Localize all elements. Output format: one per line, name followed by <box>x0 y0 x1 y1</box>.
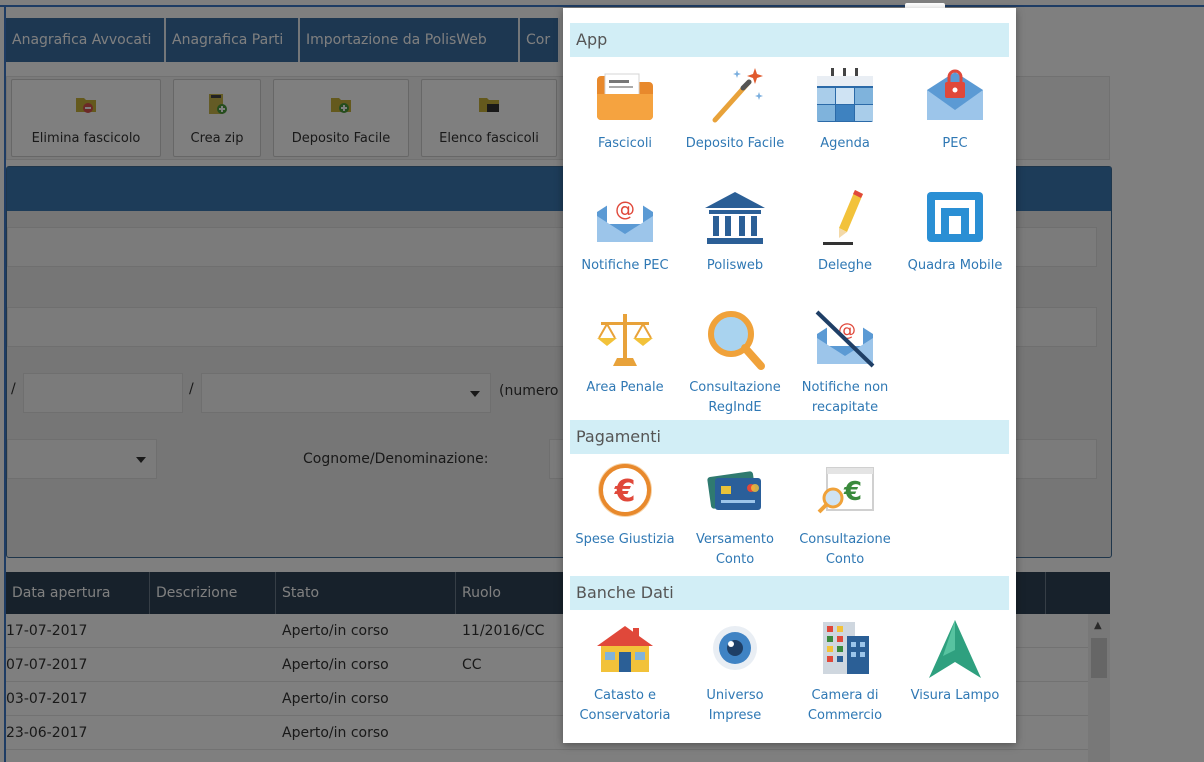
building-icon <box>823 622 869 674</box>
app-label-line1: Versamento <box>696 532 774 547</box>
euro-search-icon: € <box>817 467 874 514</box>
app-area-penale[interactable]: Area Penale <box>570 308 680 418</box>
app-label-line2: RegIndE <box>708 400 762 415</box>
app-label-line1: PEC <box>942 136 968 151</box>
app-label-line1: Polisweb <box>706 258 764 273</box>
app-label-line2: Conservatoria <box>579 708 671 723</box>
crossed-mail-icon: @ <box>815 310 875 368</box>
app-universo-imprese[interactable]: Universo Imprese <box>680 616 790 726</box>
app-label: Fascicoli <box>570 134 680 154</box>
app-label: Notifiche non recapitate <box>790 378 900 418</box>
app-label: Spese Giustizia <box>570 530 680 550</box>
at-mail-icon: @ <box>597 194 653 242</box>
locked-mail-icon <box>927 69 983 120</box>
scales-icon <box>597 314 653 366</box>
app-label: Camera di Commercio <box>790 686 900 726</box>
house-icon <box>597 626 653 672</box>
app-label-line1: Spese Giustizia <box>575 532 675 547</box>
app-launcher-popup: App Fascicoli Deposito Facile Agenda PEC… <box>563 8 1016 743</box>
app-agenda[interactable]: Agenda <box>790 64 900 174</box>
app-spese-giustizia[interactable]: € Spese Giustizia <box>570 460 680 570</box>
magic-wand-icon <box>712 68 763 123</box>
app-label-line1: Quadra Mobile <box>907 258 1003 273</box>
app-fascicoli[interactable]: Fascicoli <box>570 64 680 174</box>
app-label-line1: Deleghe <box>817 258 873 273</box>
app-quadra-mobile[interactable]: Quadra Mobile <box>900 186 1010 296</box>
app-label: Deposito Facile <box>680 134 790 154</box>
app-label-line1: Camera di <box>811 688 879 703</box>
courthouse-icon <box>705 192 765 244</box>
app-label: Deleghe <box>790 256 900 276</box>
app-label: Visura Lampo <box>900 686 1010 706</box>
app-label: Consultazione RegIndE <box>680 378 790 418</box>
app-label: Catasto e Conservatoria <box>570 686 680 726</box>
app-deposito-facile[interactable]: Deposito Facile <box>680 64 790 174</box>
app-label-line1: Consultazione <box>689 380 781 395</box>
app-label-line2: recapitate <box>811 400 879 415</box>
app-label-line2: Commercio <box>807 708 883 723</box>
folder-icon <box>597 73 653 120</box>
section-pagamenti-title: Pagamenti <box>570 420 1009 454</box>
app-label: Agenda <box>790 134 900 154</box>
app-label-line1: Deposito Facile <box>685 136 785 151</box>
app-label-line1: Visura Lampo <box>910 688 1000 703</box>
app-label: Quadra Mobile <box>900 256 1010 276</box>
svg-text:€: € <box>843 477 862 507</box>
app-label: Notifiche PEC <box>570 256 680 276</box>
app-label-line1: Universo <box>706 688 764 703</box>
quadra-icon <box>927 192 983 242</box>
app-label: Area Penale <box>570 378 680 398</box>
app-label-line2: Conto <box>825 552 865 567</box>
app-label: Polisweb <box>680 256 790 276</box>
app-notifiche-non-recapitate[interactable]: @ Notifiche non recapitate <box>790 308 900 418</box>
credit-card-icon <box>707 471 761 510</box>
app-consultazione-conto[interactable]: € Consultazione Conto <box>790 460 900 570</box>
app-label-line1: Consultazione <box>799 532 891 547</box>
app-label-line2: Imprese <box>708 708 762 723</box>
app-label-line1: Fascicoli <box>597 136 653 151</box>
app-notifiche-pec[interactable]: @ Notifiche PEC <box>570 186 680 296</box>
app-label-line2: Conto <box>715 552 755 567</box>
app-label-line1: Catasto e <box>593 688 657 703</box>
svg-text:@: @ <box>838 320 856 341</box>
app-label-line1: Notifiche non <box>801 380 889 395</box>
calendar-icon <box>817 68 873 122</box>
svg-text:€: € <box>614 474 636 509</box>
app-label: Universo Imprese <box>680 686 790 726</box>
app-label-line1: Notifiche PEC <box>581 258 669 273</box>
eye-icon <box>713 626 757 670</box>
visura-logo-icon <box>929 620 981 678</box>
app-consultazione-regindE[interactable]: Consultazione RegIndE <box>680 308 790 418</box>
magnifier-icon <box>708 311 765 370</box>
app-label: PEC <box>900 134 1010 154</box>
section-banche-dati-title: Banche Dati <box>570 576 1009 610</box>
app-polisweb[interactable]: Polisweb <box>680 186 790 296</box>
app-pec[interactable]: PEC <box>900 64 1010 174</box>
app-label-line1: Agenda <box>820 136 870 151</box>
app-deleghe[interactable]: Deleghe <box>790 186 900 296</box>
app-versamento-conto[interactable]: Versamento Conto <box>680 460 790 570</box>
svg-text:@: @ <box>615 197 635 221</box>
euro-icon: € <box>598 463 652 517</box>
app-label: Consultazione Conto <box>790 530 900 570</box>
pencil-icon <box>823 190 863 245</box>
app-label-line1: Area Penale <box>586 380 664 395</box>
app-catasto-conservatoria[interactable]: Catasto e Conservatoria <box>570 616 680 726</box>
section-app-title: App <box>570 23 1009 57</box>
app-camera-di-commercio[interactable]: Camera di Commercio <box>790 616 900 726</box>
app-label: Versamento Conto <box>680 530 790 570</box>
app-visura-lampo[interactable]: Visura Lampo <box>900 616 1010 726</box>
